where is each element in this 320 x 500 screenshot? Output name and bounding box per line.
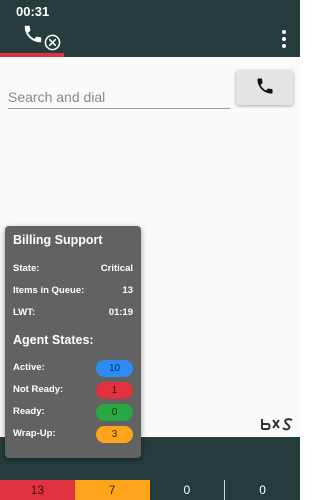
stat-warning[interactable]: 7 xyxy=(74,480,150,500)
agent-state-row: Wrap-Up: 3 xyxy=(13,426,133,444)
stat-fourth[interactable]: 0 xyxy=(224,480,300,500)
brand-logo xyxy=(260,415,296,438)
stat-third[interactable]: 0 xyxy=(150,480,225,500)
search-input[interactable] xyxy=(8,79,230,109)
agent-state-count-badge: 3 xyxy=(96,426,133,443)
agent-state-row: Not Ready: 1 xyxy=(13,382,133,400)
info-label: LWT: xyxy=(13,307,36,318)
queue-title: Billing Support xyxy=(13,233,103,247)
info-value: 13 xyxy=(122,285,133,296)
phone-icon xyxy=(22,23,44,50)
agent-state-row: Active: 10 xyxy=(13,360,133,378)
queue-stats-bar: 13 7 0 0 xyxy=(0,480,300,500)
agent-state-label: Wrap-Up: xyxy=(13,428,56,439)
dial-button[interactable] xyxy=(236,70,293,105)
agent-state-count-badge: 0 xyxy=(96,404,133,421)
info-row-items-in-queue: Items in Queue: 13 xyxy=(13,283,133,301)
agent-state-label: Active: xyxy=(13,362,45,373)
agent-state-count-badge: 10 xyxy=(96,360,133,377)
info-value: 01:19 xyxy=(108,307,133,318)
agent-state-label: Ready: xyxy=(13,406,45,417)
info-label: State: xyxy=(13,263,40,274)
agent-state-label: Not Ready: xyxy=(13,384,64,395)
info-row-lwt: LWT: 01:19 xyxy=(13,305,133,323)
stat-waiting[interactable]: 13 xyxy=(0,480,75,500)
agent-state-count-badge: 1 xyxy=(96,382,133,399)
clock: 00:31 xyxy=(16,4,50,19)
info-row-state: State: Critical xyxy=(13,261,133,279)
queue-details-popup: Billing Support State: Critical Items in… xyxy=(5,226,141,458)
agent-state-row: Ready: 0 xyxy=(13,404,133,422)
info-label: Items in Queue: xyxy=(13,285,85,296)
tab-calls[interactable] xyxy=(14,22,64,57)
info-value: Critical xyxy=(100,263,133,274)
top-app-bar: 00:31 xyxy=(0,0,300,57)
phone-icon xyxy=(255,76,275,99)
more-vertical-icon[interactable] xyxy=(276,28,292,50)
agent-states-title: Agent States: xyxy=(13,333,94,347)
